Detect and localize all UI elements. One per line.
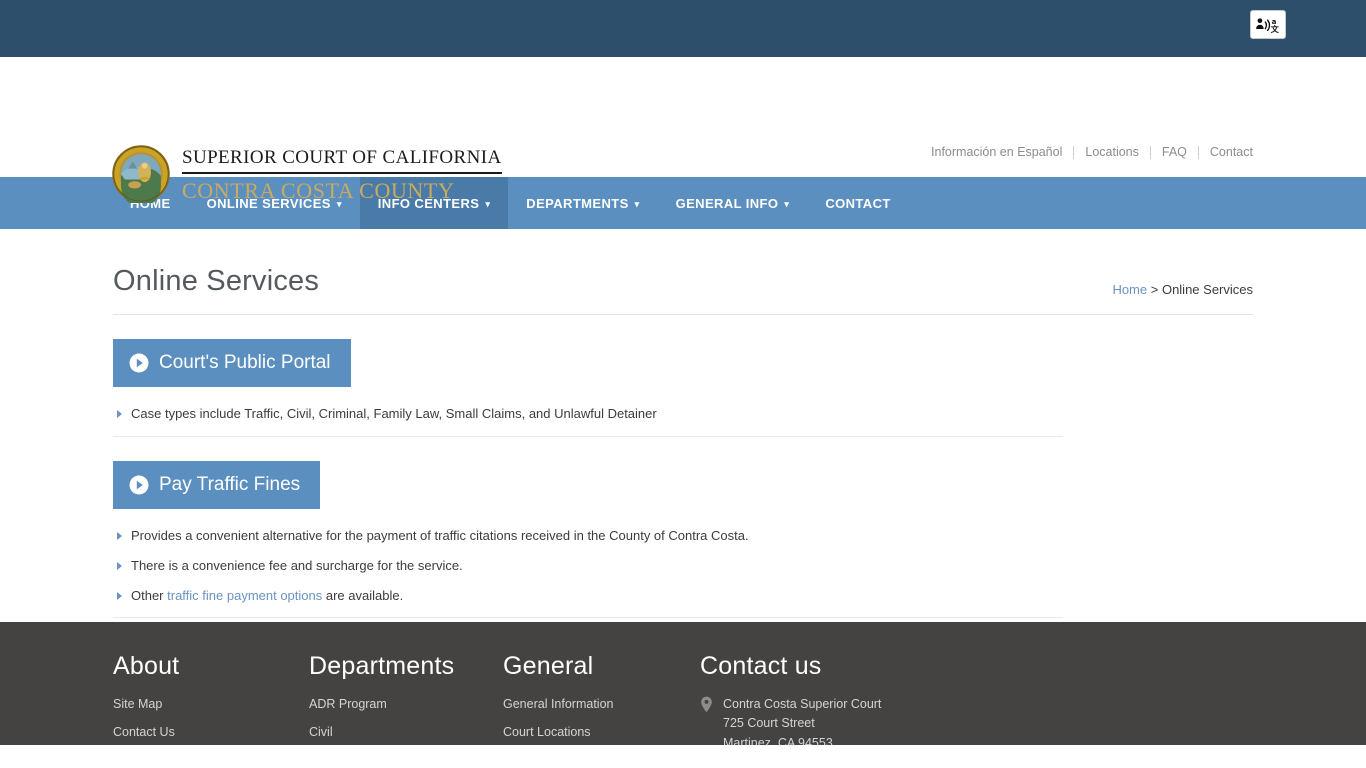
footer-link-site-map[interactable]: Site Map: [113, 697, 162, 711]
nav-item-label: DEPARTMENTS: [526, 195, 629, 211]
footer-column-about: About Site Map Contact Us: [113, 622, 309, 745]
svg-text:文: 文: [1271, 24, 1280, 34]
breadcrumb-separator: >: [1147, 282, 1162, 297]
play-circle-icon: [129, 353, 149, 373]
footer-heading-general: General: [503, 652, 594, 680]
service-button-label: Pay Traffic Fines: [159, 473, 301, 495]
list-item: Site Map: [113, 695, 309, 713]
list-item: Contact Us: [113, 723, 309, 741]
breadcrumb: Home > Online Services: [1112, 282, 1253, 297]
title-divider: [113, 314, 1253, 315]
list-item: ADR Program: [309, 695, 503, 713]
page-header: Online Services Home > Online Services: [113, 229, 1253, 315]
footer-link-list-departments: ADR Program Civil: [309, 695, 503, 741]
top-utility-bar: a 文: [0, 0, 1366, 57]
list-item-suffix: are available.: [322, 587, 404, 603]
service-section-pay-traffic-fines: Pay Traffic Fines Provides a convenient …: [113, 437, 1253, 619]
masthead: SUPERIOR COURT OF CALIFORNIA CONTRA COST…: [0, 57, 1366, 203]
footer-column-general: General General Information Court Locati…: [503, 622, 700, 745]
footer-heading-about: About: [113, 652, 180, 680]
chevron-down-icon: ▾: [784, 198, 790, 209]
footer-link-civil[interactable]: Civil: [309, 725, 333, 739]
list-item-prefix: Other: [131, 587, 168, 603]
location-pin-icon: [701, 696, 712, 713]
accessibility-translate-widget[interactable]: a 文: [1250, 10, 1286, 39]
section-divider: [113, 617, 1063, 619]
california-state-seal-icon: [112, 145, 170, 203]
footer-link-general-information[interactable]: General Information: [503, 697, 613, 711]
chevron-down-icon: ▾: [485, 198, 491, 209]
list-item: Case types include Traffic, Civil, Crimi…: [113, 405, 1253, 424]
chevron-down-icon: ▾: [336, 198, 342, 209]
nav-item-contact[interactable]: CONTACT: [807, 177, 908, 229]
footer-heading-departments: Departments: [309, 652, 455, 680]
play-circle-icon: [129, 475, 149, 495]
nav-item-departments[interactable]: DEPARTMENTS ▾: [508, 177, 657, 229]
nav-item-label: CONTACT: [825, 195, 891, 211]
footer-link-adr-program[interactable]: ADR Program: [309, 697, 387, 711]
footer-link-court-locations[interactable]: Court Locations: [503, 725, 591, 739]
chevron-down-icon: ▾: [634, 198, 640, 209]
nav-item-general-info[interactable]: GENERAL INFO ▾: [658, 177, 808, 229]
service-section-public-portal: Court's Public Portal Case types include…: [113, 315, 1253, 437]
site-footer: About Site Map Contact Us Departments AD…: [0, 622, 1366, 745]
service-button-label: Court's Public Portal: [159, 352, 331, 373]
list-item: Civil: [309, 723, 503, 741]
list-item: General Information: [503, 695, 700, 713]
address-line-3: Martinez, CA 94553: [723, 735, 833, 745]
footer-link-contact-us[interactable]: Contact Us: [113, 725, 175, 739]
list-item: Court Locations: [503, 723, 700, 741]
address-line-2: 725 Court Street: [723, 716, 815, 731]
utility-links: Información en Español Locations FAQ Con…: [931, 145, 1253, 159]
page-title: Online Services: [113, 265, 320, 297]
footer-address-lines: Contra Costa Superior Court 725 Court St…: [723, 695, 881, 745]
footer-link-list-about: Site Map Contact Us: [113, 695, 309, 741]
list-item: Provides a convenient alternative for th…: [113, 527, 1253, 546]
site-brand[interactable]: SUPERIOR COURT OF CALIFORNIA CONTRA COST…: [112, 145, 502, 204]
utility-link-faq[interactable]: FAQ: [1151, 145, 1198, 159]
pay-traffic-fines-button[interactable]: Pay Traffic Fines: [113, 460, 321, 509]
courts-public-portal-button[interactable]: Court's Public Portal: [113, 339, 351, 387]
utility-link-contact[interactable]: Contact: [1199, 145, 1253, 159]
traffic-fine-payment-options-link[interactable]: traffic fine payment options: [167, 588, 322, 603]
footer-column-departments: Departments ADR Program Civil: [309, 622, 503, 745]
utility-link-espanol[interactable]: Información en Español: [931, 145, 1073, 159]
utility-link-locations[interactable]: Locations: [1074, 145, 1150, 159]
breadcrumb-current: Online Services: [1161, 282, 1253, 297]
address-line-1: Contra Costa Superior Court: [723, 697, 882, 711]
list-item: There is a convenience fee and surcharge…: [113, 557, 1253, 576]
list-item: Other traffic fine payment options are a…: [113, 587, 1253, 606]
footer-address: Contra Costa Superior Court 725 Court St…: [700, 695, 1120, 745]
nav-item-label: GENERAL INFO: [675, 195, 779, 211]
breadcrumb-link-home[interactable]: Home: [1112, 282, 1147, 297]
footer-link-list-general: General Information Court Locations: [503, 695, 700, 741]
footer-column-contact: Contact us Contra Costa Superior Court 7…: [700, 622, 1120, 745]
main-content: Online Services Home > Online Services C…: [0, 229, 1366, 622]
service-bullet-list: Case types include Traffic, Civil, Crimi…: [113, 405, 1253, 424]
brand-title-primary: SUPERIOR COURT OF CALIFORNIA: [182, 147, 502, 174]
footer-heading-contact: Contact us: [700, 652, 822, 680]
service-bullet-list: Provides a convenient alternative for th…: [113, 527, 1253, 606]
accessibility-translate-icon: a 文: [1256, 17, 1280, 34]
